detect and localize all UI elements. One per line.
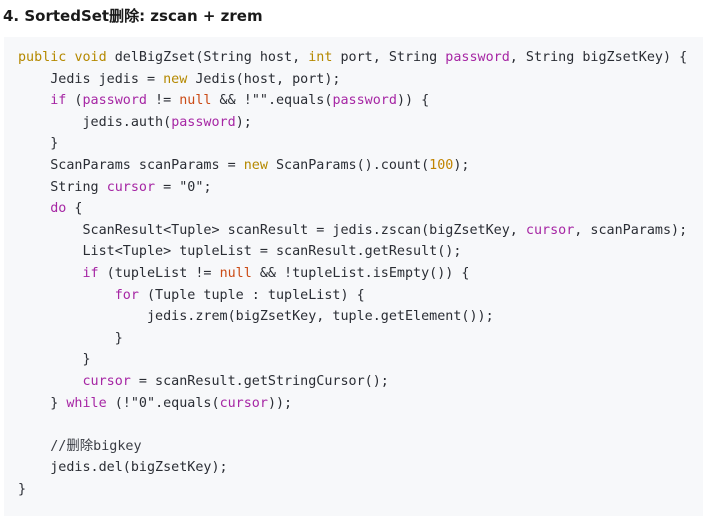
code-line: List<Tuple> tupleList = scanResult.getRe… bbox=[18, 244, 462, 260]
code-line: jedis.zrem(bigZsetKey, tuple.getElement(… bbox=[18, 309, 494, 325]
code-line: if (tupleList != null && !tupleList.isEm… bbox=[82, 265, 470, 281]
code-line: cursor = scanResult.getStringCursor(); bbox=[82, 373, 389, 389]
code-line: } bbox=[18, 481, 27, 497]
code-line: for (Tuple tuple : tupleList) { bbox=[114, 287, 365, 303]
code-block: public void delBigZset(String host, int … bbox=[4, 37, 703, 516]
code-line: do { bbox=[50, 201, 83, 217]
code-line: String cursor = "0"; bbox=[18, 179, 212, 195]
code-content: public void delBigZset(String host, int … bbox=[18, 47, 703, 500]
code-line: } bbox=[18, 352, 91, 368]
code-line: } bbox=[18, 330, 123, 346]
code-line: ScanResult<Tuple> scanResult = jedis.zsc… bbox=[18, 222, 688, 238]
code-line: if (password != null && !"".equals(passw… bbox=[50, 93, 430, 109]
code-line: jedis.auth(password); bbox=[18, 114, 252, 130]
code-line: Jedis jedis = new Jedis(host, port); bbox=[18, 71, 341, 87]
code-line: } bbox=[18, 136, 59, 152]
code-line: ScanParams scanParams = new ScanParams()… bbox=[18, 157, 470, 173]
code-line: //删除bigkey bbox=[50, 438, 142, 454]
code-line: } while (!"0".equals(cursor)); bbox=[18, 395, 293, 411]
page-title: 4. SortedSet删除: zscan + zrem bbox=[3, 7, 263, 25]
code-line: jedis.del(bigZsetKey); bbox=[18, 460, 228, 476]
code-line: public void delBigZset(String host, int … bbox=[18, 50, 688, 65]
